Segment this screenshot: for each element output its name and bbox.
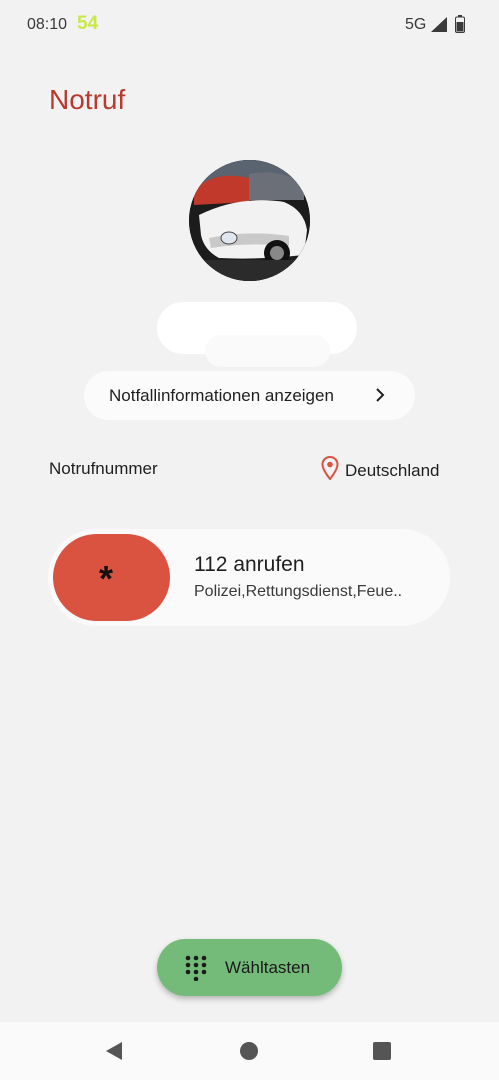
emergency-number-label: Notrufnummer	[49, 459, 158, 478]
battery-icon	[455, 15, 465, 38]
status-bar: 08:10 54 5G	[0, 0, 499, 50]
back-icon[interactable]	[105, 1041, 123, 1066]
status-counter: 54	[77, 13, 99, 34]
location-label: Deutschland	[345, 460, 440, 480]
status-time: 08:10	[27, 16, 68, 33]
system-nav-bar	[0, 1022, 499, 1080]
location-selector[interactable]: Deutschland	[321, 455, 440, 485]
emergency-info-button[interactable]: Notfallinformationen anzeigen	[84, 371, 415, 420]
keypad-button[interactable]: Wähltasten	[157, 939, 342, 996]
home-icon[interactable]	[240, 1042, 258, 1060]
avatar	[189, 160, 310, 281]
asterisk-icon: *	[99, 558, 114, 599]
network-type: 5G	[405, 16, 427, 33]
page-title: Notruf	[49, 84, 126, 115]
chevron-right-icon	[375, 387, 385, 407]
contact-name-redacted-tail	[205, 335, 330, 367]
recents-icon[interactable]	[373, 1042, 391, 1060]
call-112-card[interactable]: * 112 anrufen Polizei,Rettungsdienst,Feu…	[48, 529, 450, 626]
location-pin-icon	[321, 455, 339, 485]
keypad-label: Wähltasten	[225, 958, 311, 977]
emergency-info-label: Notfallinformationen anzeigen	[109, 385, 334, 405]
dialpad-icon	[185, 955, 207, 986]
signal-icon	[431, 17, 447, 37]
call-subtitle: Polizei,Rettungsdienst,Feue..	[194, 583, 403, 600]
call-title: 112 anrufen	[194, 553, 305, 576]
call-pill[interactable]: *	[53, 534, 170, 621]
